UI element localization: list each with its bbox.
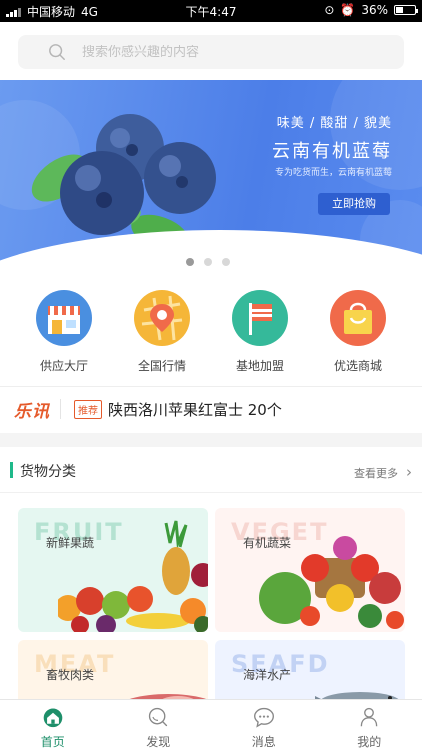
fruit-image (58, 520, 208, 632)
card-label: 海洋水产 (243, 668, 292, 682)
quick-nav: 供应大厅 全国行情 基地加盟 优选商城 (0, 290, 422, 386)
nav-label: 基地加盟 (235, 359, 284, 373)
nav-select-mall[interactable]: 优选商城 (309, 290, 407, 386)
banner-subtitle: 专为吃货而生，云南有机蓝莓 (274, 168, 392, 178)
storefront-icon (36, 290, 92, 346)
search-input[interactable] (82, 44, 342, 60)
banner-tagline: 味美 / 酸甜 / 貌美 (276, 116, 392, 131)
shopping-bag-icon (330, 290, 386, 346)
tab-messages[interactable]: 消息 (211, 700, 317, 750)
home-icon (43, 708, 63, 728)
news-brand-logo: 乐讯 (14, 401, 50, 422)
tab-home[interactable]: 首页 (0, 700, 106, 750)
category-section-header: 货物分类 查看更多 › (0, 457, 422, 487)
view-more-link[interactable]: 查看更多 (354, 465, 398, 481)
nav-base-join[interactable]: 基地加盟 (211, 290, 309, 386)
carousel-dot[interactable] (222, 258, 230, 266)
nav-market-prices[interactable]: 全国行情 (113, 290, 211, 386)
tab-label: 我的 (357, 735, 382, 749)
carousel-dot[interactable] (204, 258, 212, 266)
carousel-dots (186, 258, 230, 266)
alarm-icon: ⏰ (340, 3, 356, 17)
banner-title: 云南有机蓝莓 (272, 141, 392, 162)
profile-icon (360, 707, 378, 727)
chevron-right-icon[interactable]: › (406, 463, 412, 481)
tab-discover[interactable]: 发现 (106, 700, 212, 750)
buy-now-button[interactable]: 立即抢购 (318, 193, 390, 215)
promo-banner[interactable]: 味美 / 酸甜 / 貌美 云南有机蓝莓 专为吃货而生，云南有机蓝莓 立即抢购 (0, 80, 422, 276)
battery-percent: 36% (361, 3, 388, 17)
category-card-vegetables[interactable]: VEGET 有机蔬菜 (215, 508, 405, 632)
search-bar[interactable] (18, 35, 404, 69)
category-card-fruit[interactable]: FRUIT 新鲜果蔬 (18, 508, 208, 632)
carousel-dot[interactable] (186, 258, 194, 266)
tab-label: 发现 (146, 735, 171, 749)
search-icon (49, 44, 65, 60)
news-ticker[interactable]: 乐讯 推荐 陕西洛川苹果红富士 20个 (0, 387, 422, 431)
news-headline[interactable]: 陕西洛川苹果红富士 20个 (108, 399, 282, 420)
bottom-tab-bar: 首页 发现 消息 我的 (0, 699, 422, 750)
flag-icon (232, 290, 288, 346)
nav-label: 优选商城 (333, 359, 382, 373)
recommend-badge: 推荐 (74, 399, 102, 419)
vegetables-image (259, 536, 404, 629)
lock-rotation-icon: ⊙ (324, 3, 335, 17)
section-title: 货物分类 (20, 464, 76, 480)
map-pin-icon (134, 290, 190, 346)
battery-icon (394, 5, 418, 15)
tab-label: 首页 (40, 735, 65, 749)
nav-supply-hall[interactable]: 供应大厅 (15, 290, 113, 386)
message-icon (253, 707, 274, 728)
tab-profile[interactable]: 我的 (317, 700, 422, 750)
discover-icon (149, 707, 168, 727)
nav-label: 全国行情 (137, 359, 186, 373)
nav-label: 供应大厅 (39, 359, 88, 373)
card-label: 畜牧肉类 (46, 668, 95, 682)
status-bar: 中国移动 4G 下午4:47 ⊙ ⏰ 36% (0, 0, 422, 22)
tab-label: 消息 (251, 735, 276, 749)
